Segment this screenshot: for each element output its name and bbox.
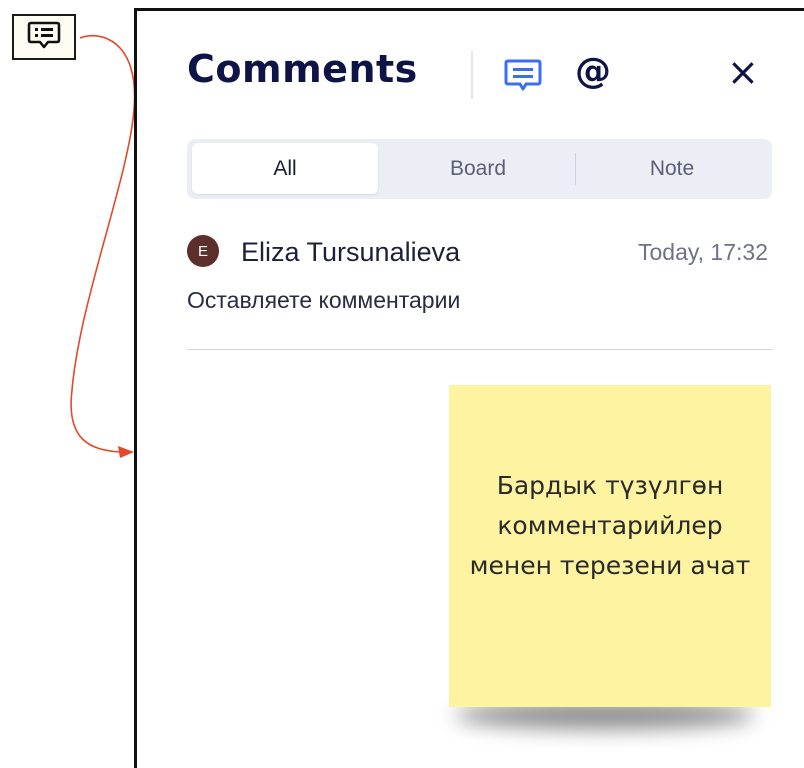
comment-text[interactable]: Оставляете комментарии [187, 287, 460, 314]
comment-divider [187, 349, 773, 350]
comment-author: Eliza Tursunalieva [241, 237, 461, 267]
avatar: E [187, 235, 219, 267]
tab-note[interactable]: Note [577, 143, 767, 194]
panel-title: Comments [187, 47, 418, 91]
sticky-note-text: Бардык түзүлгөн комментарийлер менен тер… [469, 471, 751, 580]
sticky-note: Бардык түзүлгөн комментарийлер менен тер… [449, 385, 771, 707]
comment-icon[interactable] [503, 58, 543, 98]
at-icon[interactable]: @ [575, 51, 611, 92]
close-icon[interactable]: × [727, 53, 759, 91]
filter-tabs: All Board Note [187, 139, 772, 199]
header-divider [471, 51, 473, 99]
comment-time: Today, 17:32 [637, 239, 768, 265]
tab-all[interactable]: All [192, 143, 378, 194]
tab-divider [575, 153, 576, 185]
comments-panel: Comments @ × All Board Note E Eliza Turs… [134, 8, 804, 768]
tab-board[interactable]: Board [383, 143, 573, 194]
